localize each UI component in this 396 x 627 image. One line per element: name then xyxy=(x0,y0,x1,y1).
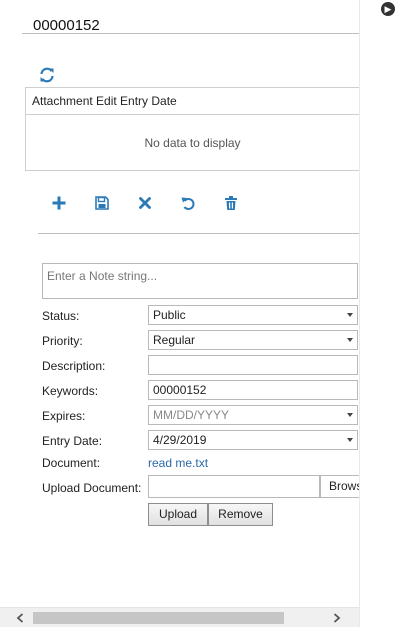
grid-empty-message: No data to display xyxy=(144,136,241,150)
entry-date-value: 4/29/2019 xyxy=(153,433,207,447)
upload-document-label: Upload Document: xyxy=(42,481,142,495)
expires-placeholder: MM/DD/YYYY xyxy=(153,408,230,422)
keywords-input[interactable] xyxy=(148,380,358,400)
browse-button[interactable]: Browse... xyxy=(320,475,359,498)
undo-icon[interactable] xyxy=(180,195,198,213)
chevron-right-icon[interactable]: ▶ xyxy=(381,2,395,16)
attachments-grid: Attachment Edit Entry Date No data to di… xyxy=(25,87,359,171)
scroll-left-icon[interactable] xyxy=(16,613,24,623)
status-label: Status: xyxy=(42,309,80,323)
chevron-down-icon xyxy=(347,313,353,317)
refresh-icon[interactable] xyxy=(38,66,56,84)
entry-date-picker[interactable]: 4/29/2019 xyxy=(148,430,358,450)
trash-icon[interactable] xyxy=(223,195,241,213)
x-icon[interactable] xyxy=(137,195,155,213)
document-link[interactable]: read me.txt xyxy=(148,456,208,470)
description-label: Description: xyxy=(42,359,106,373)
chevron-down-icon xyxy=(347,338,353,342)
scrollbar-thumb[interactable] xyxy=(33,612,284,624)
grid-column-header[interactable]: Attachment Edit Entry Date xyxy=(26,88,359,115)
scroll-right-icon[interactable] xyxy=(333,613,341,623)
status-value: Public xyxy=(153,308,186,322)
description-input[interactable] xyxy=(148,355,358,375)
record-id-underline xyxy=(22,33,359,34)
remove-button[interactable]: Remove xyxy=(208,503,273,526)
priority-select[interactable]: Regular xyxy=(148,330,358,350)
upload-button[interactable]: Upload xyxy=(148,503,208,526)
plus-icon[interactable] xyxy=(51,195,69,213)
record-id: 00000152 xyxy=(33,17,100,34)
floppy-disk-icon[interactable] xyxy=(94,195,112,213)
priority-value: Regular xyxy=(153,333,196,347)
toolbar-divider xyxy=(38,233,359,234)
priority-label: Priority: xyxy=(42,334,83,348)
detail-panel: 00000152 Attachment Edit Entry Date No d… xyxy=(0,0,359,627)
horizontal-scrollbar[interactable] xyxy=(0,607,359,627)
chevron-down-icon xyxy=(347,413,353,417)
document-label: Document: xyxy=(42,456,101,470)
panel-gutter xyxy=(359,0,396,627)
chevron-down-icon xyxy=(347,438,353,442)
entry-date-label: Entry Date: xyxy=(42,434,103,448)
keywords-label: Keywords: xyxy=(42,384,99,398)
status-select[interactable]: Public xyxy=(148,305,358,325)
upload-file-input[interactable] xyxy=(148,475,320,498)
expires-label: Expires: xyxy=(42,409,86,423)
note-input[interactable] xyxy=(42,263,358,299)
expires-date-picker[interactable]: MM/DD/YYYY xyxy=(148,405,358,425)
